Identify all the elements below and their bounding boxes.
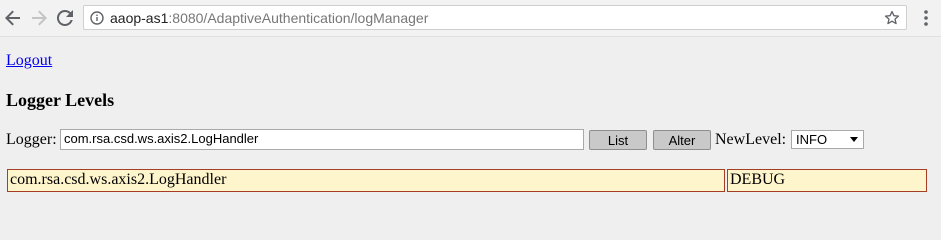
address-bar[interactable]: aaop-as1:8080/AdaptiveAuthentication/log… bbox=[83, 5, 907, 30]
chevron-down-icon bbox=[850, 137, 858, 142]
result-logger-cell: com.rsa.csd.ws.axis2.LogHandler bbox=[7, 169, 725, 192]
kebab-menu-icon[interactable] bbox=[922, 9, 930, 27]
logger-label: Logger: bbox=[6, 131, 57, 148]
newlevel-select[interactable]: INFO bbox=[791, 130, 864, 149]
url-text: aaop-as1:8080/AdaptiveAuthentication/log… bbox=[110, 10, 428, 26]
browser-toolbar: aaop-as1:8080/AdaptiveAuthentication/log… bbox=[0, 0, 941, 37]
newlevel-selected-value: INFO bbox=[796, 132, 828, 147]
logger-input[interactable]: com.rsa.csd.ws.axis2.LogHandler bbox=[60, 129, 584, 150]
back-arrow-icon[interactable] bbox=[2, 7, 24, 29]
url-host: aaop-as1 bbox=[110, 10, 169, 26]
url-path: :8080/AdaptiveAuthentication/logManager bbox=[168, 10, 429, 26]
newlevel-label: NewLevel: bbox=[715, 131, 787, 148]
alter-button[interactable]: Alter bbox=[653, 130, 711, 150]
result-level-cell: DEBUG bbox=[727, 169, 927, 192]
logout-link[interactable]: Logout bbox=[6, 52, 52, 70]
list-button[interactable]: List bbox=[589, 130, 647, 150]
star-icon[interactable] bbox=[884, 10, 900, 26]
reload-icon[interactable] bbox=[54, 7, 76, 29]
forward-arrow-icon[interactable] bbox=[28, 7, 50, 29]
info-icon[interactable] bbox=[90, 11, 104, 25]
page-title: Logger Levels bbox=[6, 90, 115, 110]
